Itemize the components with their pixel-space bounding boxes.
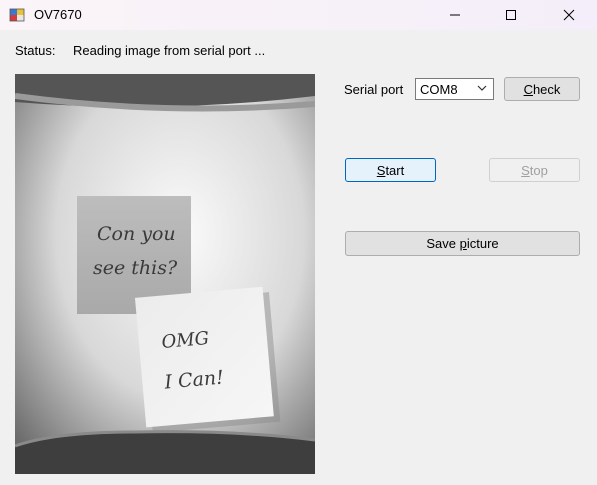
stop-mnemonic: S <box>521 162 530 178</box>
close-icon <box>563 9 575 21</box>
stop-button[interactable]: Stop <box>489 158 580 182</box>
note-text-line2: see this? <box>93 257 178 279</box>
camera-image: Con you see this? OMG I Can! <box>15 74 315 474</box>
serial-port-value: COM8 <box>420 82 458 97</box>
start-label: tart <box>385 162 405 178</box>
note-text-line1: Con you <box>97 223 176 245</box>
maximize-button[interactable] <box>488 0 534 30</box>
save-label-pre: Save <box>426 236 460 251</box>
serial-port-label: Serial port <box>344 82 404 97</box>
chevron-down-icon <box>477 85 487 91</box>
serial-port-combobox[interactable]: COM8 <box>415 78 494 100</box>
close-button[interactable] <box>546 0 592 30</box>
status-label: Status: <box>15 43 56 58</box>
minimize-button[interactable] <box>432 0 478 30</box>
note-text-line3: OMG <box>161 328 210 353</box>
save-label-post: icture <box>466 236 499 251</box>
status-text: Reading image from serial port ... <box>73 43 266 58</box>
save-picture-button[interactable]: Save picture <box>345 231 580 256</box>
start-button[interactable]: Start <box>345 158 436 182</box>
stop-label: top <box>529 162 548 178</box>
check-mnemonic: C <box>523 81 533 97</box>
app-icon <box>9 8 25 22</box>
check-label: heck <box>532 81 561 97</box>
window-title: OV7670 <box>34 7 82 22</box>
save-mnemonic: p <box>459 236 467 251</box>
title-bar: OV7670 <box>0 0 597 30</box>
minimize-icon <box>450 14 460 16</box>
check-button[interactable]: Check <box>504 77 580 101</box>
maximize-icon <box>506 10 516 20</box>
